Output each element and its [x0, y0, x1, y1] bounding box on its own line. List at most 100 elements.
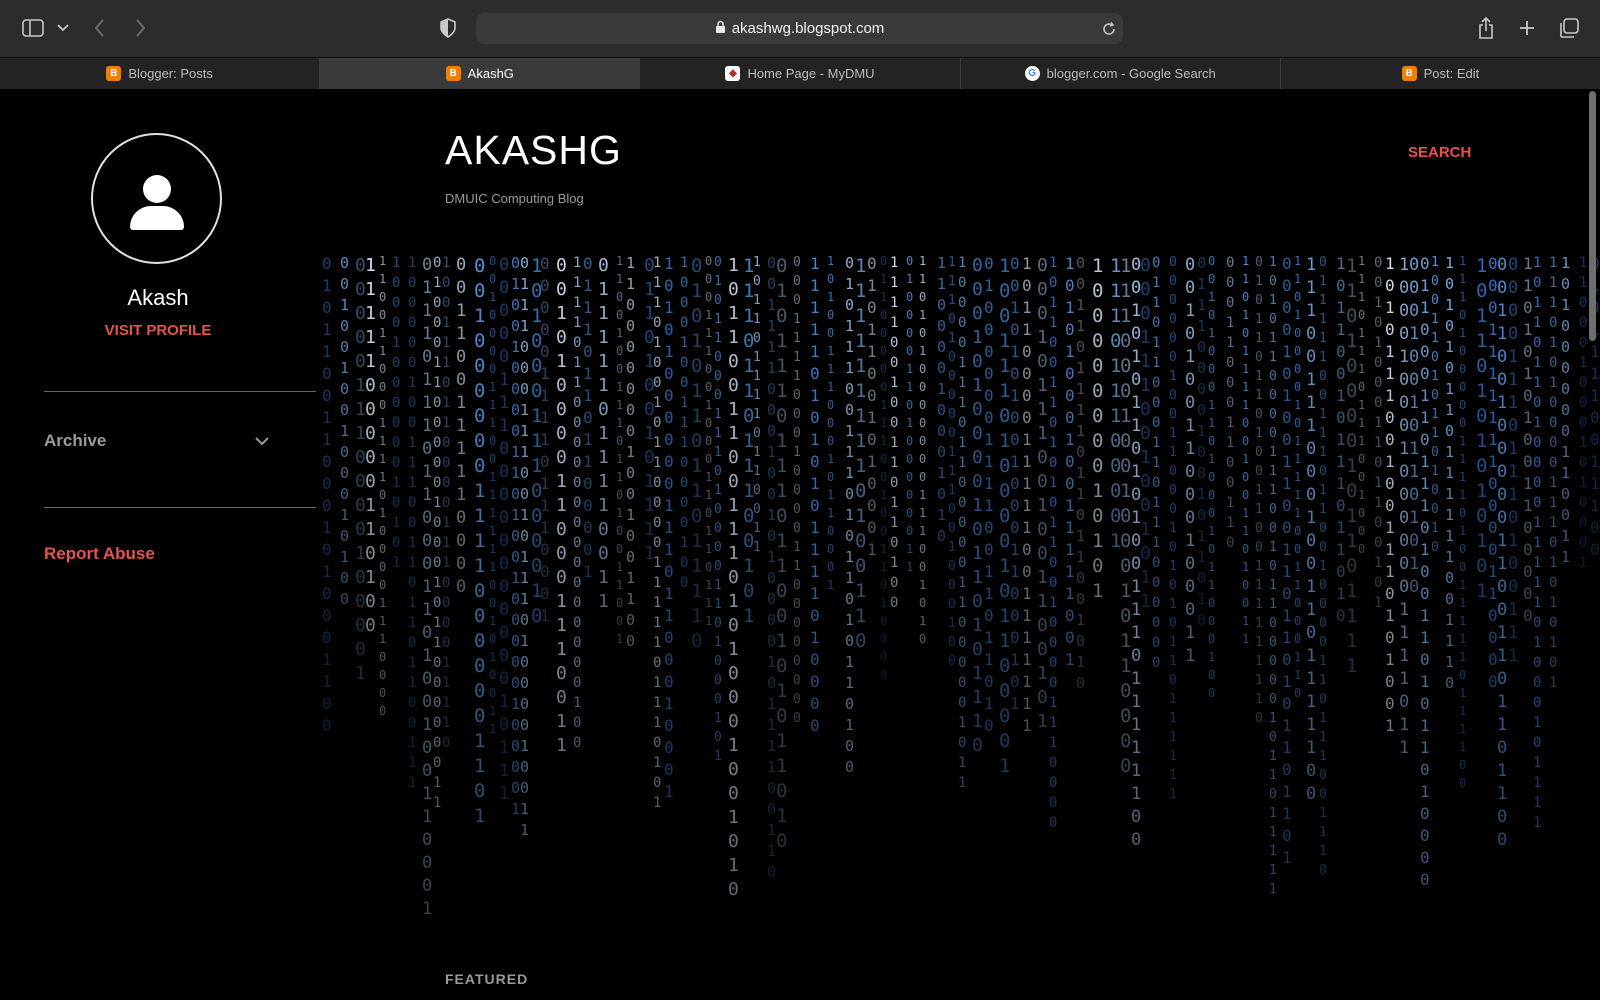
svg-text:0: 0: [906, 488, 913, 502]
svg-text:1: 1: [1131, 715, 1141, 735]
svg-text:0: 0: [1197, 380, 1206, 398]
svg-text:0: 0: [793, 407, 801, 422]
svg-text:1: 1: [1459, 290, 1466, 304]
tab-akashg[interactable]: B AkashG: [320, 58, 641, 89]
svg-text:1: 1: [1579, 355, 1587, 371]
svg-text:0: 0: [433, 395, 441, 411]
svg-text:0: 0: [540, 276, 550, 295]
reload-icon[interactable]: [1099, 19, 1119, 39]
svg-text:1: 1: [1152, 535, 1160, 551]
scrollbar[interactable]: [1589, 91, 1596, 341]
svg-text:0: 0: [880, 650, 887, 664]
back-icon[interactable]: [90, 16, 110, 40]
svg-text:0: 0: [1590, 518, 1600, 537]
svg-text:0: 0: [1208, 542, 1215, 556]
privacy-shield-icon[interactable]: [438, 17, 458, 39]
svg-text:1: 1: [489, 650, 496, 664]
svg-text:0: 0: [626, 338, 635, 356]
svg-text:1: 1: [1120, 305, 1131, 327]
svg-text:0: 0: [379, 560, 386, 574]
svg-text:1: 1: [776, 380, 787, 402]
tab-overview-icon[interactable]: [1557, 16, 1581, 40]
svg-text:1: 1: [728, 639, 739, 660]
svg-text:1: 1: [1358, 326, 1365, 340]
svg-text:0: 0: [1358, 506, 1365, 520]
svg-text:0: 0: [691, 255, 702, 277]
svg-text:0: 0: [1226, 255, 1234, 271]
svg-text:1: 1: [540, 496, 550, 515]
svg-text:1: 1: [1420, 298, 1430, 317]
report-abuse-link[interactable]: Report Abuse: [44, 544, 155, 564]
svg-text:1: 1: [520, 737, 529, 755]
blog-title[interactable]: AKASHG: [445, 127, 622, 174]
svg-text:0: 0: [1445, 674, 1454, 692]
avatar[interactable]: [91, 133, 222, 264]
svg-text:0: 0: [1399, 577, 1409, 597]
svg-text:0: 0: [653, 495, 661, 511]
search-button[interactable]: SEARCH: [1408, 144, 1471, 161]
svg-text:1: 1: [442, 655, 450, 671]
svg-text:0: 0: [1065, 628, 1075, 647]
svg-text:0: 0: [767, 485, 776, 503]
svg-text:0: 0: [855, 480, 866, 502]
svg-text:0: 0: [422, 853, 432, 873]
svg-text:1: 1: [1533, 375, 1541, 391]
svg-text:0: 0: [767, 611, 776, 629]
svg-text:1: 1: [1065, 584, 1075, 603]
svg-text:0: 0: [1022, 408, 1032, 427]
visit-profile-link[interactable]: VISIT PROFILE: [0, 322, 316, 339]
svg-text:1: 1: [408, 535, 416, 551]
share-icon[interactable]: [1476, 15, 1496, 41]
svg-text:1: 1: [1523, 474, 1533, 493]
archive-toggle[interactable]: Archive: [44, 431, 269, 451]
forward-icon[interactable]: [130, 16, 150, 40]
svg-text:1: 1: [919, 308, 926, 322]
svg-text:1: 1: [1282, 848, 1292, 867]
svg-text:0: 0: [499, 623, 509, 643]
svg-text:0: 0: [1497, 278, 1507, 298]
svg-text:1: 1: [1420, 496, 1430, 515]
svg-text:0: 0: [474, 580, 485, 602]
svg-text:1: 1: [906, 380, 913, 394]
svg-text:1: 1: [880, 290, 887, 304]
svg-text:1: 1: [1523, 254, 1533, 273]
svg-text:1: 1: [1533, 575, 1541, 591]
svg-text:0: 0: [1399, 370, 1409, 390]
tab-google-search[interactable]: G blogger.com - Google Search: [960, 58, 1281, 89]
svg-text:0: 0: [1459, 398, 1466, 412]
svg-text:1: 1: [845, 443, 854, 461]
svg-text:1: 1: [598, 279, 609, 300]
svg-text:0: 0: [1269, 692, 1277, 707]
svg-text:0: 0: [1306, 324, 1316, 344]
binary-rain-graphic: 0101100110001010001100001001001000101000…: [322, 254, 1600, 919]
svg-text:0: 0: [1010, 254, 1020, 273]
svg-text:1: 1: [433, 375, 441, 391]
tab-blogger-posts[interactable]: B Blogger: Posts: [0, 58, 321, 89]
svg-text:0: 0: [511, 296, 520, 314]
sidebar-toggle-icon[interactable]: [20, 16, 46, 40]
svg-text:1: 1: [1208, 578, 1215, 592]
svg-text:1: 1: [598, 591, 609, 612]
svg-text:1: 1: [1459, 686, 1466, 700]
svg-text:0: 0: [489, 596, 496, 610]
chevron-down-icon[interactable]: [55, 18, 71, 38]
svg-text:1: 1: [827, 290, 834, 304]
tab-post-edit[interactable]: B Post: Edit: [1280, 58, 1600, 89]
svg-text:0: 0: [728, 567, 739, 588]
svg-text:1: 1: [322, 430, 332, 449]
svg-text:0: 0: [1385, 584, 1395, 603]
tab-mydmu[interactable]: ◆ Home Page - MyDMU: [640, 58, 961, 89]
svg-text:1: 1: [1140, 375, 1151, 396]
svg-text:1: 1: [1579, 555, 1587, 571]
new-tab-icon[interactable]: [1516, 17, 1538, 39]
svg-text:0: 0: [583, 408, 593, 427]
svg-text:1: 1: [855, 380, 866, 402]
address-bar[interactable]: akashwg.blogspot.com: [476, 13, 1123, 44]
svg-text:0: 0: [1120, 705, 1131, 727]
svg-text:0: 0: [1523, 562, 1533, 581]
svg-text:0: 0: [556, 447, 567, 468]
svg-text:0: 0: [1169, 274, 1177, 289]
svg-text:1: 1: [1092, 530, 1103, 552]
svg-text:0: 0: [1561, 422, 1570, 440]
svg-text:0: 0: [1420, 584, 1430, 603]
